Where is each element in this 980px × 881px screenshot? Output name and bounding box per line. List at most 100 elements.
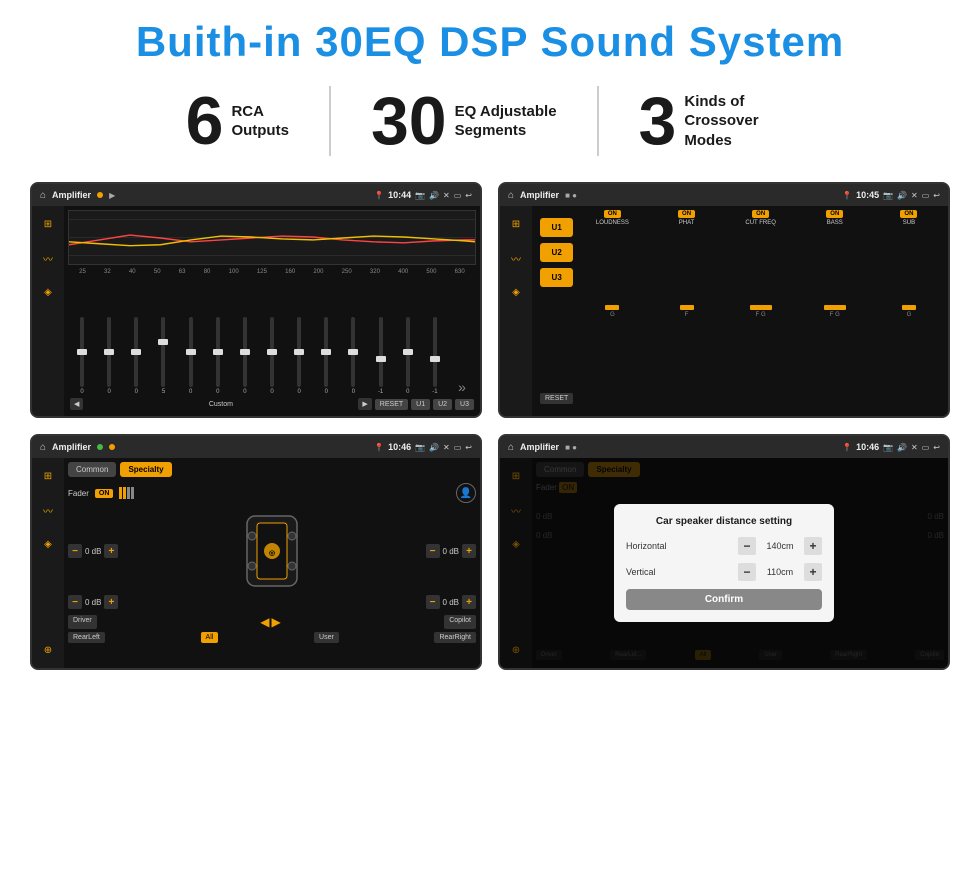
eq-prev-button[interactable]: ◀ (70, 398, 83, 410)
dialog-box: Car speaker distance setting Horizontal … (614, 504, 834, 622)
btn-rearright[interactable]: RearRight (434, 632, 476, 643)
stat-crossover: 3 Kinds ofCrossover Modes (599, 87, 835, 155)
dialog-controls-horizontal: − 140cm + (738, 537, 822, 555)
sidebar-wave-icon-3[interactable]: 〰 (38, 500, 58, 520)
page-title: Buith-in 30EQ DSP Sound System (0, 0, 980, 76)
home-icon-2: ⌂ (508, 190, 514, 201)
eq-u2-button[interactable]: U2 (433, 399, 452, 410)
btn-rearleft[interactable]: RearLeft (68, 632, 105, 643)
amp-u3-button[interactable]: U3 (540, 268, 573, 287)
amp-channels: ON LOUDNESS G ON PHAT (577, 210, 944, 412)
close-icon-1: ✕ (443, 191, 450, 200)
dialog-minus-horizontal[interactable]: − (738, 537, 756, 555)
amp-name-bass: BASS (827, 220, 843, 226)
amp-u1-button[interactable]: U1 (540, 218, 573, 237)
eq-content: 25 32 40 50 63 80 100 125 160 200 250 32… (64, 206, 480, 416)
eq-slider-12[interactable]: 0 (396, 317, 420, 395)
ch-plus-topright[interactable]: + (462, 544, 476, 558)
sidebar-speaker-icon-3[interactable]: ◈ (38, 534, 58, 554)
eq-slider-4[interactable]: 0 (179, 317, 203, 395)
eq-slider-expand[interactable]: » (450, 379, 474, 395)
status-title-1: Amplifier (52, 190, 91, 200)
eq-slider-0[interactable]: 0 (70, 317, 94, 395)
screen3-content: ⊞ 〰 ◈ ⊕ Common Specialty Fader ON (32, 458, 480, 668)
speaker-icon-2: 🔊 (897, 191, 907, 200)
sidebar-wave-icon[interactable]: 〰 (38, 248, 58, 268)
sidebar-eq-icon-3[interactable]: ⊞ (38, 466, 58, 486)
sidebar-wave-icon-2[interactable]: 〰 (506, 248, 526, 268)
eq-reset-button[interactable]: RESET (375, 399, 408, 410)
btn-all[interactable]: All (201, 632, 219, 643)
status-right-3: 📍 10:46 📷 🔊 ✕ ▭ ↩ (374, 442, 472, 452)
fader-bars (119, 487, 134, 499)
sidebar-1: ⊞ 〰 ◈ (32, 206, 64, 416)
ch-val-bottomleft: 0 dB (85, 598, 101, 607)
sidebar-speaker-icon[interactable]: ◈ (38, 282, 58, 302)
ch-minus-bottomleft[interactable]: − (68, 595, 82, 609)
ch-minus-topright[interactable]: − (426, 544, 440, 558)
eq-slider-11[interactable]: -1 (369, 317, 393, 395)
eq-slider-5[interactable]: 0 (206, 317, 230, 395)
btn-copilot[interactable]: Copilot (444, 615, 476, 629)
eq-slider-3[interactable]: 5 (151, 317, 175, 395)
amp-u2-button[interactable]: U2 (540, 243, 573, 262)
ch-plus-topleft[interactable]: + (104, 544, 118, 558)
eq-u3-button[interactable]: U3 (455, 399, 474, 410)
dialog-minus-vertical[interactable]: − (738, 563, 756, 581)
sidebar-eq-icon-2[interactable]: ⊞ (506, 214, 526, 234)
location-icon-2: 📍 (842, 191, 852, 200)
eq-slider-8[interactable]: 0 (287, 317, 311, 395)
ch-control-topright: − 0 dB + (426, 544, 476, 558)
btn-driver[interactable]: Driver (68, 615, 97, 629)
ch-plus-bottomleft[interactable]: + (104, 595, 118, 609)
screen-specialty: ⌂ Amplifier 📍 10:46 📷 🔊 ✕ ▭ ↩ ⊞ 〰 ◈ ⊕ (30, 434, 482, 670)
dialog-val-vertical: 110cm (760, 567, 800, 577)
eq-u1-button[interactable]: U1 (411, 399, 430, 410)
channel-controls-bottom: − 0 dB + − 0 dB + (68, 595, 476, 609)
amp-channel-cutfreq: ON CUT FREQ F G (726, 210, 796, 412)
btn-user[interactable]: User (314, 632, 339, 643)
play-icon-1: ▶ (109, 191, 115, 200)
eq-slider-7[interactable]: 0 (260, 317, 284, 395)
camera-icon-2: 📷 (883, 191, 893, 200)
arrow-right-icon[interactable]: ▶ (271, 615, 280, 629)
tab-specialty[interactable]: Specialty (120, 462, 171, 477)
close-icon-3: ✕ (443, 443, 450, 452)
sidebar-speaker-icon-2[interactable]: ◈ (506, 282, 526, 302)
amp-on-sub: ON (900, 210, 917, 218)
eq-next-button[interactable]: ▶ (358, 398, 371, 410)
eq-slider-10[interactable]: 0 (341, 317, 365, 395)
dialog-row-vertical: Vertical − 110cm + (626, 563, 822, 581)
eq-slider-9[interactable]: 0 (314, 317, 338, 395)
status-dot-3 (97, 444, 103, 450)
dialog-plus-horizontal[interactable]: + (804, 537, 822, 555)
arrow-left-icon[interactable]: ◀ (260, 615, 269, 629)
back-icon-3: ↩ (465, 443, 472, 452)
user-icon-3[interactable]: 👤 (456, 483, 476, 503)
amp-name-sub: SUB (903, 220, 915, 226)
status-title-3: Amplifier (52, 442, 91, 452)
ch-plus-bottomright[interactable]: + (462, 595, 476, 609)
eq-slider-2[interactable]: 0 (124, 317, 148, 395)
fader-bar-3 (127, 487, 130, 499)
sidebar-3: ⊞ 〰 ◈ ⊕ (32, 458, 64, 668)
home-icon-3: ⌂ (40, 442, 46, 453)
car-diagram-top: ◎ (232, 511, 312, 591)
confirm-button[interactable]: Confirm (626, 589, 822, 610)
ch-minus-topleft[interactable]: − (68, 544, 82, 558)
sidebar-eq-icon[interactable]: ⊞ (38, 214, 58, 234)
eq-slider-13[interactable]: -1 (423, 317, 447, 395)
stat-rca: 6 RCAOutputs (146, 87, 329, 155)
screen1-content: ⊞ 〰 ◈ (32, 206, 480, 416)
eq-slider-1[interactable]: 0 (97, 317, 121, 395)
location-icon-1: 📍 (374, 191, 384, 200)
ch-minus-bottomright[interactable]: − (426, 595, 440, 609)
status-time-3: 10:46 (388, 442, 411, 452)
tab-common[interactable]: Common (68, 462, 116, 477)
status-title-2: Amplifier (520, 190, 559, 200)
amp-reset-button[interactable]: RESET (540, 393, 573, 404)
dialog-label-vertical: Vertical (626, 567, 686, 577)
eq-slider-6[interactable]: 0 (233, 317, 257, 395)
sidebar-arrows-icon-3[interactable]: ⊕ (38, 640, 58, 660)
dialog-plus-vertical[interactable]: + (804, 563, 822, 581)
